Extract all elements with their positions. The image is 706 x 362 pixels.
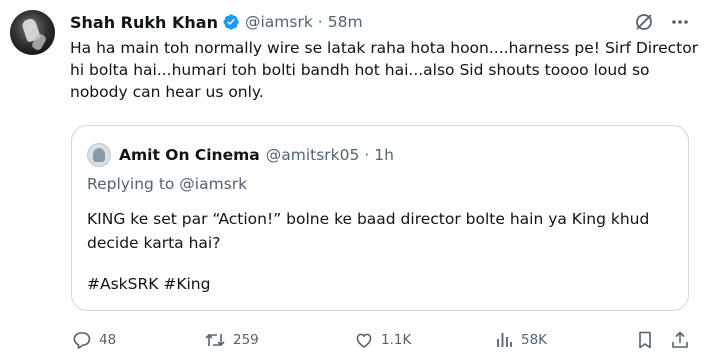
more-icon[interactable]	[670, 12, 690, 32]
repost-button[interactable]: 259	[204, 327, 259, 353]
quoted-author-name: Amit On Cinema	[119, 146, 260, 164]
quoted-post-header: Amit On Cinema @amitsrk05 · 1h	[119, 143, 394, 167]
share-icon	[670, 330, 697, 350]
quoted-post[interactable]: Amit On Cinema @amitsrk05 · 1h Replying …	[71, 125, 689, 311]
like-icon	[354, 330, 381, 350]
separator-dot: ·	[317, 13, 323, 31]
quoted-author-handle: @amitsrk05	[265, 146, 360, 164]
repost-icon	[204, 330, 233, 350]
verified-badge-icon	[222, 13, 240, 31]
post-top-actions	[634, 12, 690, 32]
views-icon	[494, 330, 521, 350]
post-text: Ha ha main toh normally wire se latak ra…	[70, 39, 699, 101]
reply-icon	[72, 330, 99, 350]
reply-button[interactable]: 48	[72, 327, 116, 353]
quoted-hashtags: #AskSRK #King	[87, 275, 211, 293]
post-header: Shah Rukh Khan @iamsrk · 58m	[70, 11, 363, 33]
author-avatar[interactable]	[10, 10, 55, 55]
like-button[interactable]: 1.1K	[354, 327, 411, 353]
share-button[interactable]	[670, 327, 697, 353]
bookmark-button[interactable]	[635, 327, 662, 353]
quoted-post-text: KING ke set par “Action!” bolne ke baad …	[87, 210, 650, 252]
replying-to: Replying to @iamsrk	[87, 175, 248, 193]
quoted-author-avatar	[87, 143, 111, 167]
action-bar: 48 259 1.1K 58K	[70, 327, 690, 353]
author-name[interactable]: Shah Rukh Khan	[70, 13, 218, 32]
reply-count: 48	[99, 332, 117, 348]
grok-icon[interactable]	[634, 12, 654, 32]
views-count: 58K	[521, 332, 548, 348]
repost-count: 259	[233, 332, 259, 348]
like-count: 1.1K	[381, 332, 412, 348]
views-button[interactable]: 58K	[494, 327, 547, 353]
separator-dot: ·	[364, 146, 370, 164]
bookmark-icon	[635, 330, 662, 350]
quoted-post-time: 1h	[374, 146, 394, 164]
post-time[interactable]: 58m	[328, 13, 363, 31]
author-handle[interactable]: @iamsrk	[245, 13, 313, 31]
